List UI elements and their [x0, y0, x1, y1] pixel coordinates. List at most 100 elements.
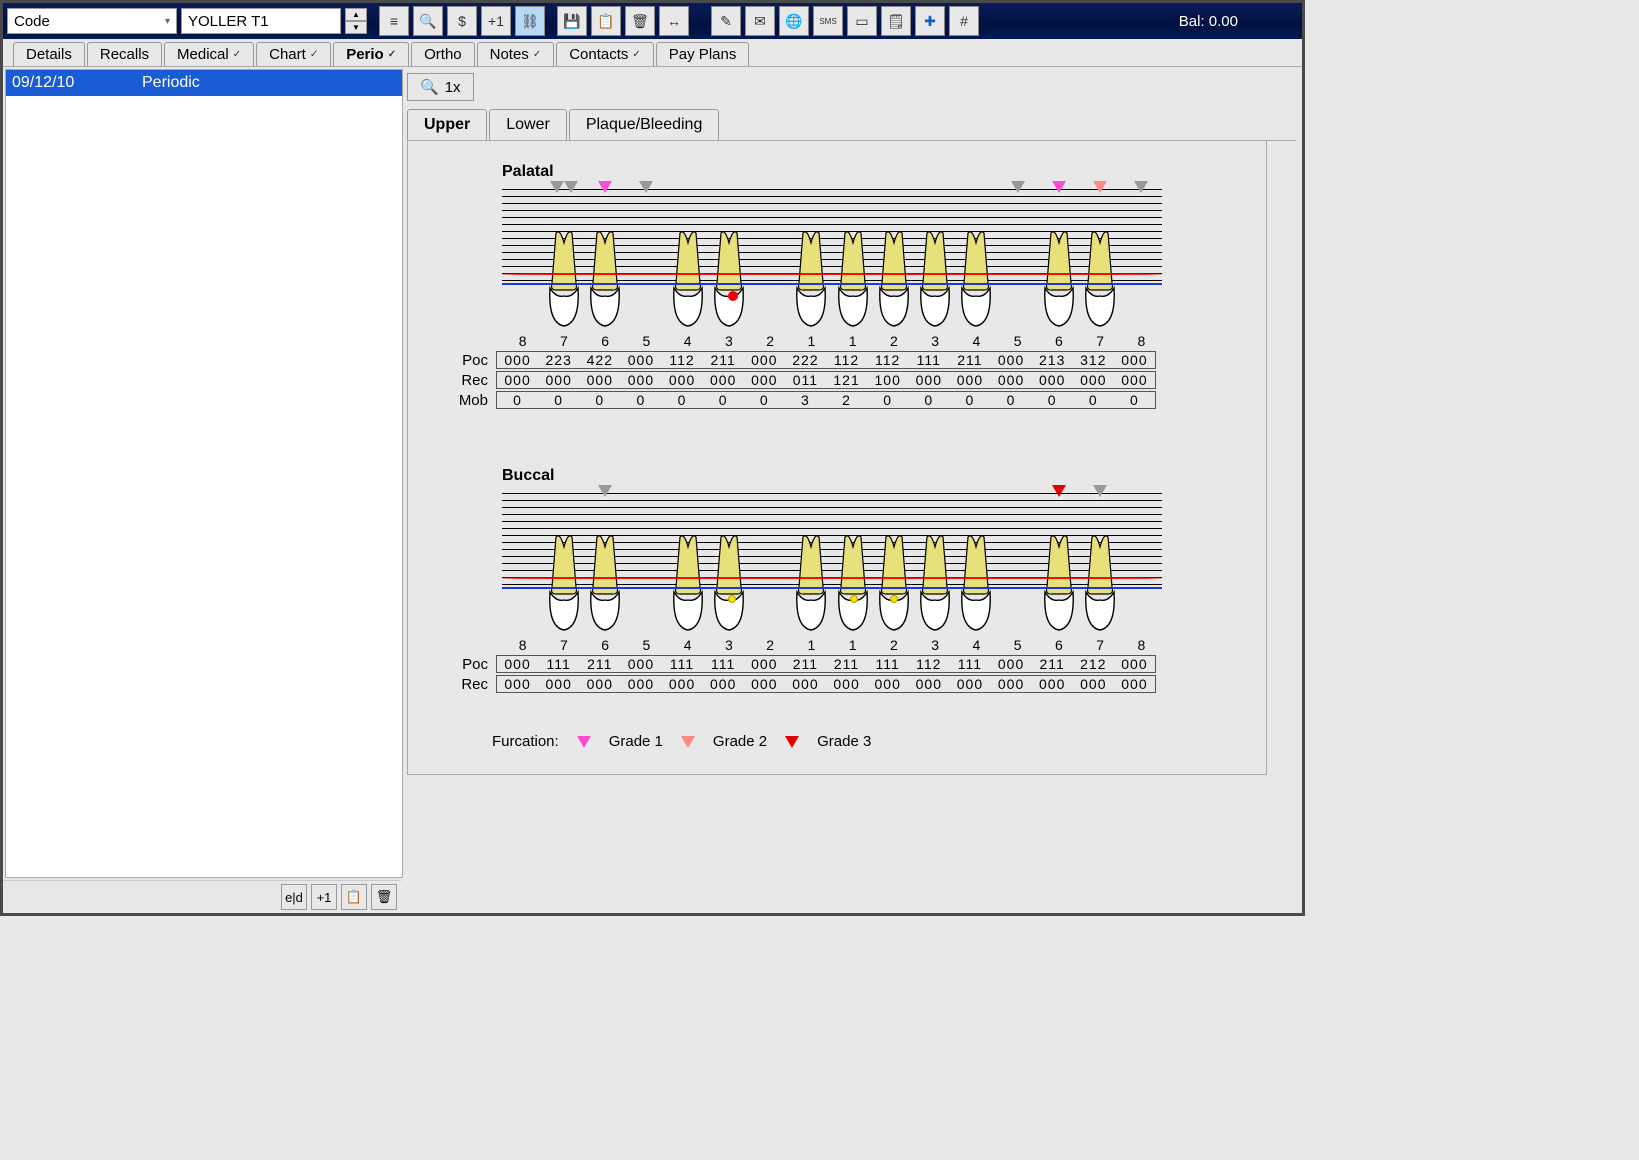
tab-details[interactable]: Details — [13, 42, 85, 66]
data-cell[interactable]: 000 — [620, 352, 661, 368]
data-cell[interactable]: 000 — [620, 676, 661, 692]
data-cell[interactable]: 111 — [867, 656, 908, 672]
data-cell[interactable]: 112 — [826, 352, 867, 368]
data-cell[interactable]: 111 — [949, 656, 990, 672]
sidebar-paste-button[interactable]: 📋 — [341, 884, 367, 910]
link-button[interactable]: ⛓ — [515, 6, 545, 36]
data-cell[interactable]: 212 — [1073, 656, 1114, 672]
tab-payplans[interactable]: Pay Plans — [656, 42, 750, 66]
data-cell[interactable]: 000 — [1032, 676, 1073, 692]
data-cell[interactable]: 312 — [1073, 352, 1114, 368]
data-cell[interactable]: 211 — [785, 656, 826, 672]
data-cell[interactable]: 0 — [579, 392, 620, 408]
data-cell[interactable]: 000 — [1073, 676, 1114, 692]
dollar-button[interactable]: $ — [447, 6, 477, 36]
data-cell[interactable]: 0 — [1032, 392, 1073, 408]
data-cell[interactable]: 0 — [991, 392, 1032, 408]
plus-button[interactable]: ✚ — [915, 6, 945, 36]
data-cell[interactable]: 112 — [908, 656, 949, 672]
data-cell[interactable]: 000 — [949, 372, 990, 388]
patient-name-input[interactable] — [181, 8, 341, 34]
data-cell[interactable]: 0 — [620, 392, 661, 408]
data-cell[interactable]: 121 — [826, 372, 867, 388]
data-cell[interactable]: 000 — [1114, 352, 1155, 368]
data-cell[interactable]: 000 — [497, 372, 538, 388]
data-cell[interactable]: 000 — [785, 676, 826, 692]
plusone-button[interactable]: +1 — [481, 6, 511, 36]
data-cell[interactable]: 000 — [1114, 372, 1155, 388]
sidebar-trash-button[interactable]: 🗑 — [371, 884, 397, 910]
data-cell[interactable]: 000 — [744, 352, 785, 368]
data-cell[interactable]: 0 — [908, 392, 949, 408]
data-cell[interactable]: 000 — [1032, 372, 1073, 388]
data-cell[interactable]: 000 — [703, 676, 744, 692]
data-cell[interactable]: 000 — [1073, 372, 1114, 388]
align-button[interactable]: ≡ — [379, 6, 409, 36]
pen-button[interactable]: ✎ — [711, 6, 741, 36]
data-cell[interactable]: 111 — [662, 656, 703, 672]
data-cell[interactable]: 000 — [991, 676, 1032, 692]
data-cell[interactable]: 0 — [497, 392, 538, 408]
data-cell[interactable]: 000 — [744, 676, 785, 692]
data-cell[interactable]: 211 — [1032, 656, 1073, 672]
spinner[interactable]: ▲ ▼ — [345, 8, 367, 34]
tab-ortho[interactable]: Ortho — [411, 42, 475, 66]
data-cell[interactable]: 000 — [744, 372, 785, 388]
data-cell[interactable]: 000 — [538, 676, 579, 692]
save-button[interactable]: 💾 — [557, 6, 587, 36]
data-cell[interactable]: 000 — [497, 352, 538, 368]
data-cell[interactable]: 000 — [497, 656, 538, 672]
data-cell[interactable]: 0 — [744, 392, 785, 408]
data-cell[interactable]: 000 — [579, 372, 620, 388]
zoom-button[interactable]: 🔍 1x — [407, 73, 474, 101]
data-cell[interactable]: 000 — [949, 676, 990, 692]
data-cell[interactable]: 000 — [908, 372, 949, 388]
sidebar-plusone-button[interactable]: +1 — [311, 884, 337, 910]
data-cell[interactable]: 000 — [538, 372, 579, 388]
globe-button[interactable]: 🌐 — [779, 6, 809, 36]
search-button[interactable]: 🔍 — [413, 6, 443, 36]
data-cell[interactable]: 112 — [867, 352, 908, 368]
data-cell[interactable]: 011 — [785, 372, 826, 388]
data-cell[interactable]: 0 — [1073, 392, 1114, 408]
tab-chart[interactable]: Chart✓ — [256, 42, 331, 66]
tab-perio[interactable]: Perio✓ — [333, 42, 409, 66]
data-cell[interactable]: 000 — [703, 372, 744, 388]
data-cell[interactable]: 211 — [949, 352, 990, 368]
data-cell[interactable]: 111 — [703, 656, 744, 672]
data-cell[interactable]: 000 — [662, 676, 703, 692]
data-cell[interactable]: 000 — [991, 352, 1032, 368]
data-cell[interactable]: 223 — [538, 352, 579, 368]
data-cell[interactable]: 000 — [1114, 656, 1155, 672]
hash-button[interactable]: # — [949, 6, 979, 36]
data-cell[interactable]: 000 — [1114, 676, 1155, 692]
tab-recalls[interactable]: Recalls — [87, 42, 162, 66]
sms-button[interactable]: SMS — [813, 6, 843, 36]
data-cell[interactable]: 000 — [579, 676, 620, 692]
data-cell[interactable]: 000 — [744, 656, 785, 672]
data-cell[interactable]: 0 — [703, 392, 744, 408]
data-cell[interactable]: 000 — [620, 656, 661, 672]
subtab-lower[interactable]: Lower — [489, 109, 567, 140]
data-cell[interactable]: 213 — [1032, 352, 1073, 368]
data-cell[interactable]: 211 — [579, 656, 620, 672]
data-cell[interactable]: 000 — [662, 372, 703, 388]
data-cell[interactable]: 111 — [538, 656, 579, 672]
card-button[interactable]: ▭ — [847, 6, 877, 36]
tab-notes[interactable]: Notes✓ — [477, 42, 555, 66]
paste-button[interactable]: 📋 — [591, 6, 621, 36]
data-cell[interactable]: 0 — [538, 392, 579, 408]
data-cell[interactable]: 112 — [662, 352, 703, 368]
spinner-down[interactable]: ▼ — [345, 21, 367, 34]
mail-button[interactable]: ✉ — [745, 6, 775, 36]
subtab-upper[interactable]: Upper — [407, 109, 487, 140]
data-cell[interactable]: 0 — [949, 392, 990, 408]
note-button[interactable]: 🗒 — [881, 6, 911, 36]
data-cell[interactable]: 0 — [662, 392, 703, 408]
data-cell[interactable]: 000 — [826, 676, 867, 692]
code-dropdown[interactable]: Code ▾ — [7, 8, 177, 34]
data-cell[interactable]: 111 — [908, 352, 949, 368]
data-cell[interactable]: 3 — [785, 392, 826, 408]
tab-medical[interactable]: Medical✓ — [164, 42, 254, 66]
edit-button[interactable]: e|d — [281, 884, 307, 910]
